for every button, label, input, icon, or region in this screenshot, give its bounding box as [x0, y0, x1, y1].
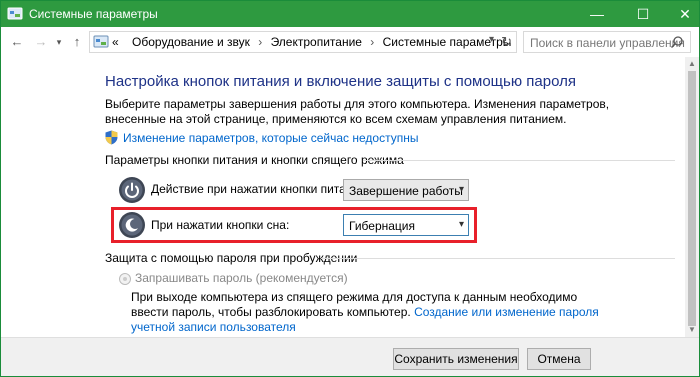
forward-button[interactable]: →: [33, 33, 49, 51]
power-button-action-value: Завершение работы: [349, 184, 463, 198]
power-section-title: Параметры кнопки питания и кнопки спящег…: [105, 153, 404, 167]
breadcrumb: « Оборудование и звук › Электропитание ›…: [112, 35, 511, 49]
minimize-button[interactable]: —: [577, 1, 617, 27]
page-title: Настройка кнопок питания и включение защ…: [105, 73, 576, 90]
refresh-icon[interactable]: ↻: [501, 34, 512, 50]
control-panel-icon: [7, 7, 23, 20]
breadcrumb-power-options[interactable]: Электропитание: [271, 35, 362, 49]
power-button-action-label: Действие при нажатии кнопки питания:: [151, 182, 370, 196]
back-button[interactable]: ←: [9, 33, 25, 51]
scrollbar-thumb[interactable]: [688, 71, 696, 326]
sleep-button-action-value: Гибернация: [349, 219, 415, 233]
breadcrumb-overflow[interactable]: «: [112, 35, 119, 49]
control-panel-icon: [93, 35, 109, 48]
search-icon[interactable]: [670, 35, 684, 49]
main-content: Настройка кнопок питания и включение защ…: [1, 57, 685, 337]
address-dropdown-icon[interactable]: ▾: [489, 34, 494, 45]
address-bar[interactable]: « Оборудование и звук › Электропитание ›…: [89, 31, 517, 53]
title-bar: Системные параметры — ☐ ✕: [1, 1, 699, 27]
breadcrumb-separator[interactable]: ›: [258, 35, 262, 49]
change-unavailable-settings-link[interactable]: Изменение параметров, которые сейчас нед…: [123, 131, 419, 145]
require-password-note: При выходе компьютера из спящего режима …: [131, 290, 601, 335]
footer-bar: Сохранить изменения Отмена: [1, 337, 699, 376]
maximize-button[interactable]: ☐: [623, 1, 663, 27]
password-section-title: Защита с помощью пароля при пробуждении: [105, 251, 358, 265]
cancel-button[interactable]: Отмена: [527, 348, 591, 370]
chevron-down-icon: ▾: [458, 184, 464, 195]
sleep-button-action-label: При нажатии кнопки сна:: [151, 218, 290, 232]
search-box[interactable]: Поиск в панели управления: [523, 31, 691, 53]
scroll-down-icon[interactable]: ▼: [685, 323, 699, 337]
breadcrumb-hardware-sound[interactable]: Оборудование и звук: [132, 35, 250, 49]
vertical-scrollbar[interactable]: ▲ ▼: [685, 57, 699, 337]
navigation-bar: ← → ▾ ↑ « Оборудование и звук › Электроп…: [1, 27, 699, 57]
search-input[interactable]: Поиск в панели управления: [530, 36, 685, 50]
close-button[interactable]: ✕: [665, 1, 699, 27]
sleep-button-action-select[interactable]: Гибернация ▾: [343, 214, 469, 236]
require-password-label: Запрашивать пароль (рекомендуется): [135, 271, 348, 285]
save-changes-button[interactable]: Сохранить изменения: [393, 348, 519, 370]
section-divider: [321, 258, 675, 259]
power-button-action-select[interactable]: Завершение работы ▾: [343, 179, 469, 201]
page-description: Выберите параметры завершения работы для…: [105, 97, 610, 126]
breadcrumb-separator[interactable]: ›: [370, 35, 374, 49]
uac-shield-icon: [105, 130, 118, 145]
require-password-radio[interactable]: [119, 273, 131, 285]
window-title: Системные параметры: [29, 7, 158, 21]
chevron-down-icon: ▾: [458, 219, 464, 230]
sleep-button-icon: [119, 212, 145, 238]
control-panel-window: Системные параметры — ☐ ✕ ← → ▾ ↑ « Обор…: [0, 0, 700, 377]
section-divider: [363, 160, 675, 161]
power-button-icon: [119, 177, 145, 203]
scroll-up-icon[interactable]: ▲: [685, 57, 699, 71]
up-button[interactable]: ↑: [69, 33, 85, 51]
recent-dropdown-icon[interactable]: ▾: [51, 33, 67, 51]
